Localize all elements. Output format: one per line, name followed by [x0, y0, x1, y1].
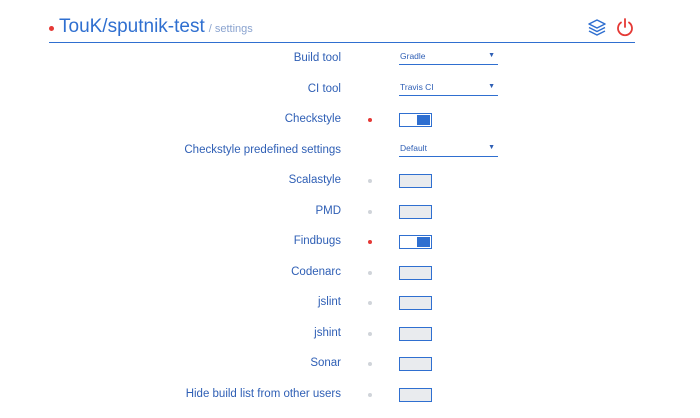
- layers-icon[interactable]: [587, 17, 607, 37]
- setting-row: Build tool Gradle ▼: [0, 49, 700, 69]
- setting-label: jshint: [314, 327, 341, 339]
- setting-toggle[interactable]: [399, 296, 432, 310]
- setting-row: Codenarc: [0, 263, 700, 283]
- setting-label: Checkstyle predefined settings: [184, 144, 341, 156]
- power-icon[interactable]: [615, 17, 635, 37]
- setting-toggle[interactable]: [399, 205, 432, 219]
- status-dot: [368, 240, 372, 244]
- setting-row: Findbugs: [0, 232, 700, 252]
- status-dot: [368, 362, 372, 366]
- chevron-down-icon: ▼: [488, 144, 495, 151]
- setting-select[interactable]: Default ▼: [399, 141, 498, 157]
- select-value: Travis CI: [400, 82, 434, 92]
- setting-toggle[interactable]: [399, 388, 432, 402]
- page-header: TouK/sputnik-test / settings: [49, 14, 635, 43]
- setting-toggle[interactable]: [399, 266, 432, 280]
- setting-row: CI tool Travis CI ▼: [0, 80, 700, 100]
- setting-select[interactable]: Travis CI ▼: [399, 80, 498, 96]
- setting-toggle[interactable]: [399, 174, 432, 188]
- setting-row: jslint: [0, 293, 700, 313]
- toggle-knob: [417, 115, 430, 125]
- setting-label: jslint: [317, 296, 341, 308]
- setting-row: Checkstyle predefined settings Default ▼: [0, 141, 700, 161]
- setting-row: Sonar: [0, 354, 700, 374]
- setting-label: CI tool: [307, 83, 341, 95]
- project-name[interactable]: TouK/sputnik-test: [59, 16, 205, 37]
- setting-toggle[interactable]: [399, 235, 432, 249]
- setting-label: Hide build list from other users: [185, 388, 341, 400]
- select-value: Default: [400, 143, 427, 153]
- status-dot: [368, 393, 372, 397]
- setting-label: Findbugs: [293, 235, 341, 247]
- setting-label: Build tool: [293, 52, 341, 64]
- setting-row: Hide build list from other users: [0, 385, 700, 405]
- toggle-knob: [417, 237, 430, 247]
- setting-row: Scalastyle: [0, 171, 700, 191]
- setting-toggle[interactable]: [399, 327, 432, 341]
- status-dot: [368, 118, 372, 122]
- setting-label: Sonar: [310, 357, 341, 369]
- status-dot: [49, 26, 54, 31]
- select-value: Gradle: [400, 51, 426, 61]
- status-dot: [368, 210, 372, 214]
- page-title: TouK/sputnik-test / settings: [59, 16, 253, 38]
- setting-row: PMD: [0, 202, 700, 222]
- setting-label: Codenarc: [291, 266, 341, 278]
- setting-label: Scalastyle: [288, 174, 341, 186]
- setting-label: Checkstyle: [284, 113, 341, 125]
- status-dot: [368, 271, 372, 275]
- setting-toggle[interactable]: [399, 357, 432, 371]
- status-dot: [368, 332, 372, 336]
- page-subtitle: / settings: [208, 23, 253, 35]
- setting-row: Checkstyle: [0, 110, 700, 130]
- chevron-down-icon: ▼: [488, 52, 495, 59]
- status-dot: [368, 301, 372, 305]
- chevron-down-icon: ▼: [488, 83, 495, 90]
- setting-row: jshint: [0, 324, 700, 344]
- setting-toggle[interactable]: [399, 113, 432, 127]
- status-dot: [368, 179, 372, 183]
- setting-label: PMD: [315, 205, 341, 217]
- setting-select[interactable]: Gradle ▼: [399, 49, 498, 65]
